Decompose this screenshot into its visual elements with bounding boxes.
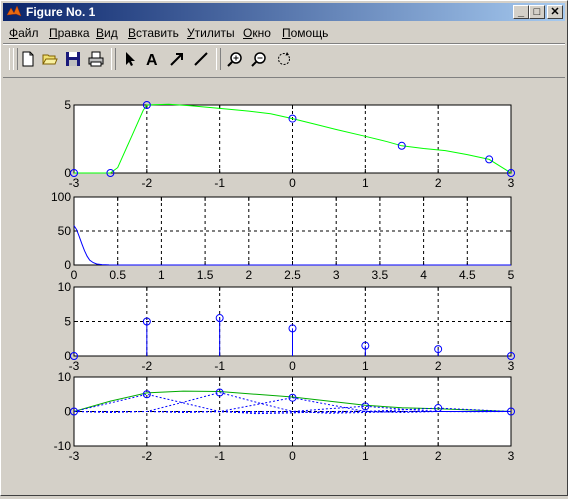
window-title: Figure No. 1 (26, 5, 96, 19)
x-tick-label: 2 (435, 359, 442, 373)
title-bar[interactable]: Figure No. 1 _ □ ✕ (3, 3, 565, 21)
toolbar-separator (216, 48, 221, 70)
menu-view[interactable]: Вид (96, 26, 118, 40)
x-tick-label: -1 (214, 176, 225, 190)
rotate-icon[interactable] (273, 48, 295, 70)
zoom-in-icon[interactable] (224, 48, 246, 70)
figure-canvas: -3 -2 -1 0 1 2 3 0 5 0 0.5 1 1.5 2 2.5 3 3.5 4 4.5 5 0 50 100-… (3, 77, 565, 494)
y-tick-label: -10 (54, 439, 72, 453)
matlab-logo-icon (6, 5, 22, 17)
y-tick-label: 10 (58, 280, 72, 294)
toolbar-separator (111, 48, 116, 70)
toolbar: A (3, 45, 565, 73)
x-tick-label: -2 (141, 359, 152, 373)
x-tick-label: 0.5 (109, 268, 126, 282)
print-icon[interactable] (85, 48, 107, 70)
x-tick-label: 3.5 (372, 268, 389, 282)
x-tick-label: -2 (141, 176, 152, 190)
x-tick-label: 0 (289, 176, 296, 190)
x-tick-label: -2 (141, 449, 152, 463)
y-tick-label: 5 (64, 98, 71, 112)
x-tick-label: 4 (420, 268, 427, 282)
y-tick-label: 100 (51, 190, 71, 204)
zoom-out-icon[interactable] (248, 48, 270, 70)
x-tick-label: 1 (158, 268, 165, 282)
x-tick-label: 1 (362, 176, 369, 190)
x-tick-label: 3 (508, 359, 515, 373)
menu-insert[interactable]: Вставить (128, 26, 179, 40)
figure-plots: -3 -2 -1 0 1 2 3050 0.5 1 1.5 2 2.5 3 3.5 4 4.5 5050100-… (51, 98, 515, 463)
y-tick-label: 5 (64, 315, 71, 329)
figure-window: Figure No. 1 _ □ ✕ Файл Правка Вид Встав… (0, 0, 568, 496)
x-tick-label: 3 (333, 268, 340, 282)
insert-line-icon[interactable] (190, 48, 212, 70)
x-tick-label: 1 (362, 449, 369, 463)
open-folder-icon[interactable] (39, 48, 61, 70)
select-arrow-icon[interactable] (119, 48, 141, 70)
x-tick-label: 5 (508, 268, 515, 282)
x-tick-label: 2 (245, 268, 252, 282)
close-button[interactable]: ✕ (547, 5, 563, 19)
menu-help[interactable]: Помощь (282, 26, 328, 40)
svg-text:A: A (146, 52, 158, 67)
x-tick-label: -1 (214, 359, 225, 373)
maximize-button[interactable]: □ (529, 5, 545, 19)
x-tick-label: -1 (214, 449, 225, 463)
menu-file[interactable]: Файл (9, 26, 39, 40)
x-tick-label: 2 (435, 176, 442, 190)
save-icon[interactable] (62, 48, 84, 70)
minimize-button[interactable]: _ (513, 5, 529, 19)
x-tick-label: 0 (71, 268, 78, 282)
y-tick-label: 10 (58, 370, 72, 384)
x-tick-label: 0 (289, 449, 296, 463)
y-tick-label: 0 (64, 258, 71, 272)
menu-tools[interactable]: Утилиты (187, 26, 235, 40)
x-tick-label: 3 (508, 176, 515, 190)
menu-edit[interactable]: Правка (49, 26, 90, 40)
new-file-icon[interactable] (17, 48, 39, 70)
menu-bar: Файл Правка Вид Вставить Утилиты Окно По… (3, 23, 565, 42)
x-tick-label: 2.5 (284, 268, 301, 282)
x-tick-label: 3 (508, 449, 515, 463)
x-tick-label: 4.5 (459, 268, 476, 282)
menu-window[interactable]: Окно (243, 26, 271, 40)
x-tick-label: 2 (435, 449, 442, 463)
x-tick-label: 1 (362, 359, 369, 373)
insert-arrow-icon[interactable] (166, 48, 188, 70)
x-tick-label: 1.5 (197, 268, 214, 282)
y-tick-label: 50 (58, 224, 72, 238)
x-tick-label: 0 (289, 359, 296, 373)
insert-text-icon[interactable]: A (142, 48, 164, 70)
